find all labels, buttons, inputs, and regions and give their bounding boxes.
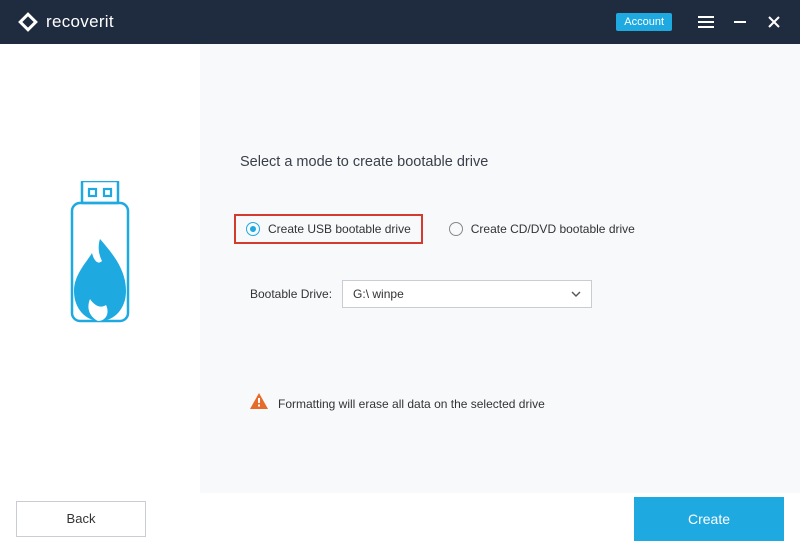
warning-text: Formatting will erase all data on the se… [278,397,545,411]
radio-cddvd-label: Create CD/DVD bootable drive [471,222,635,236]
footer: Back Create [0,493,800,551]
main-panel: Select a mode to create bootable drive C… [200,44,800,493]
brand-text: recoverit [46,12,114,32]
titlebar: recoverit Account [0,0,800,44]
radio-usb-bootable[interactable]: Create USB bootable drive [234,214,423,244]
warning-row: Formatting will erase all data on the se… [250,393,760,414]
bootable-drive-row: Bootable Drive: G:\ winpe [250,280,760,308]
account-button[interactable]: Account [616,13,672,31]
sidebar [0,44,200,493]
minimize-icon[interactable] [726,8,754,36]
brand: recoverit [18,12,114,32]
bootable-drive-label: Bootable Drive: [250,287,332,301]
radio-checked-icon [246,222,260,236]
menu-icon[interactable] [692,8,720,36]
chevron-down-icon [571,289,581,300]
mode-radio-group: Create USB bootable drive Create CD/DVD … [234,214,760,244]
radio-cddvd-bootable[interactable]: Create CD/DVD bootable drive [449,222,635,236]
bootable-drive-select[interactable]: G:\ winpe [342,280,592,308]
usb-flame-illustration [50,181,150,356]
create-button[interactable]: Create [634,497,784,541]
body: Select a mode to create bootable drive C… [0,44,800,493]
brand-logo-icon [18,12,38,32]
bootable-drive-value: G:\ winpe [353,287,404,301]
page-heading: Select a mode to create bootable drive [240,154,760,170]
radio-unchecked-icon [449,222,463,236]
close-icon[interactable] [760,8,788,36]
warning-triangle-icon [250,393,268,414]
radio-usb-label: Create USB bootable drive [268,222,411,236]
back-button[interactable]: Back [16,501,146,537]
